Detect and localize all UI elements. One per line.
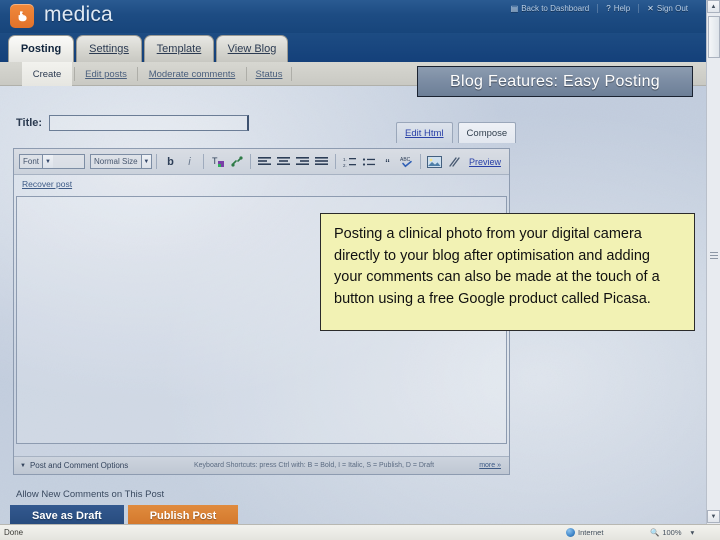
subtab-edit-posts[interactable]: Edit posts — [76, 62, 136, 86]
status-bar: Done Internet 🔍 100% ▾ — [0, 524, 720, 540]
magnifier-icon: 🔍 — [650, 528, 660, 537]
subtab-moderate-comments[interactable]: Moderate comments — [139, 62, 245, 86]
text-color-icon[interactable]: T — [209, 153, 226, 170]
align-justify-icon[interactable] — [313, 153, 330, 170]
svg-text:T: T — [212, 156, 218, 166]
annotation-title-text: Blog Features: Easy Posting — [450, 72, 660, 90]
security-zone: Internet — [566, 528, 603, 537]
annotation-title-callout: Blog Features: Easy Posting — [417, 66, 693, 97]
sign-out-label: Sign Out — [656, 3, 688, 13]
app-header: medica ▤ Back to Dashboard ? Help ✕ Sign… — [0, 0, 706, 33]
subtab-status[interactable]: Status — [248, 62, 290, 86]
toolbar-divider — [156, 154, 157, 169]
scroll-up-arrow-icon[interactable]: ▲ — [707, 0, 720, 13]
align-left-icon[interactable] — [256, 153, 273, 170]
allow-comments-label: Allow New Comments on This Post — [16, 489, 165, 500]
toolbar-divider — [250, 154, 251, 169]
preview-link[interactable]: Preview — [469, 157, 501, 167]
post-options-bar: ▼ Post and Comment Options Keyboard Shor… — [14, 456, 509, 474]
font-select[interactable]: Font ▼ — [19, 154, 85, 169]
more-link[interactable]: more » — [479, 462, 501, 469]
status-text: Done — [4, 528, 24, 537]
tab-template[interactable]: Template — [144, 35, 214, 62]
size-select[interactable]: Normal Size ▼ — [90, 154, 152, 169]
brand-name: medica — [44, 3, 113, 26]
grid-icon: ▤ — [510, 3, 519, 13]
scroll-down-arrow-icon[interactable]: ▼ — [707, 510, 720, 523]
italic-icon[interactable]: i — [181, 153, 198, 170]
vertical-scrollbar[interactable]: ▲ ▼ — [706, 0, 720, 524]
annotation-body-callout: Posting a clinical photo from your digit… — [320, 213, 695, 331]
header-links: ▤ Back to Dashboard ? Help ✕ Sign Out — [511, 1, 688, 15]
zoom-control[interactable]: 🔍 100% ▾ — [650, 528, 694, 537]
toolbar-divider — [420, 154, 421, 169]
recover-post-link[interactable]: Recover post — [22, 179, 72, 189]
zoom-level-label: 100% — [662, 528, 682, 537]
svg-text:1.: 1. — [343, 157, 347, 162]
subnav-divider — [74, 67, 75, 81]
keyboard-shortcuts-hint: Keyboard Shortcuts: press Ctrl with: B =… — [194, 462, 435, 469]
subnav-divider — [137, 67, 138, 81]
zoom-dropdown-icon[interactable]: ▾ — [691, 528, 695, 537]
subtab-create[interactable]: Create — [22, 62, 72, 86]
toolbar-divider — [335, 154, 336, 169]
triangle-down-icon: ▼ — [20, 462, 26, 469]
globe-icon — [566, 528, 575, 537]
spellcheck-icon[interactable]: ABC — [398, 153, 415, 170]
numbered-list-icon[interactable]: 1. 2. — [341, 153, 358, 170]
insert-image-icon[interactable] — [426, 153, 443, 170]
scrollbar-grip-icon — [710, 252, 718, 259]
security-zone-label: Internet — [578, 528, 604, 537]
tab-settings[interactable]: Settings — [76, 35, 142, 62]
svg-text:2.: 2. — [343, 163, 347, 168]
bulleted-list-icon[interactable] — [360, 153, 377, 170]
primary-tabbar: Posting Settings Template View Blog — [0, 33, 706, 62]
back-to-dashboard-link[interactable]: ▤ Back to Dashboard — [511, 4, 590, 13]
tab-posting[interactable]: Posting — [8, 35, 74, 62]
insert-link-icon[interactable] — [228, 153, 245, 170]
title-label: Title: — [16, 117, 43, 129]
header-divider — [597, 3, 599, 13]
editor-toolbar: Font ▼ Normal Size ▼ b i T 1. 2. “ ABC P… — [14, 149, 509, 175]
question-icon: ? — [606, 3, 611, 13]
svg-text:ABC: ABC — [400, 157, 411, 163]
back-to-dashboard-label: Back to Dashboard — [521, 3, 590, 13]
align-center-icon[interactable] — [275, 153, 292, 170]
align-right-icon[interactable] — [294, 153, 311, 170]
help-label: Help — [613, 3, 631, 13]
post-and-comment-options-toggle[interactable]: ▼ Post and Comment Options — [20, 461, 128, 470]
help-link[interactable]: ? Help — [606, 4, 630, 13]
header-divider — [638, 3, 640, 13]
scrollbar-thumb[interactable] — [708, 16, 720, 58]
title-input[interactable] — [49, 115, 250, 131]
chevron-down-icon: ▼ — [140, 155, 151, 168]
blockquote-icon[interactable]: “ — [379, 153, 396, 170]
tab-compose[interactable]: Compose — [457, 122, 517, 143]
blogger-b-icon[interactable] — [10, 4, 34, 28]
subnav-divider — [246, 67, 247, 81]
post-options-label: Post and Comment Options — [29, 461, 129, 470]
editor-mode-tabs: Edit Html Compose — [396, 122, 517, 143]
tab-edit-html[interactable]: Edit Html — [396, 122, 453, 143]
toolbar-divider — [203, 154, 204, 169]
remove-formatting-icon[interactable] — [445, 153, 462, 170]
annotation-body-text: Posting a clinical photo from your digit… — [334, 226, 660, 307]
sign-out-link[interactable]: ✕ Sign Out — [647, 4, 688, 13]
tab-view-blog[interactable]: View Blog — [216, 35, 288, 62]
x-icon: ✕ — [647, 3, 654, 13]
chevron-down-icon: ▼ — [42, 155, 54, 168]
subnav-divider — [291, 67, 292, 81]
bold-icon[interactable]: b — [162, 153, 179, 170]
title-row: Title: — [16, 115, 250, 131]
